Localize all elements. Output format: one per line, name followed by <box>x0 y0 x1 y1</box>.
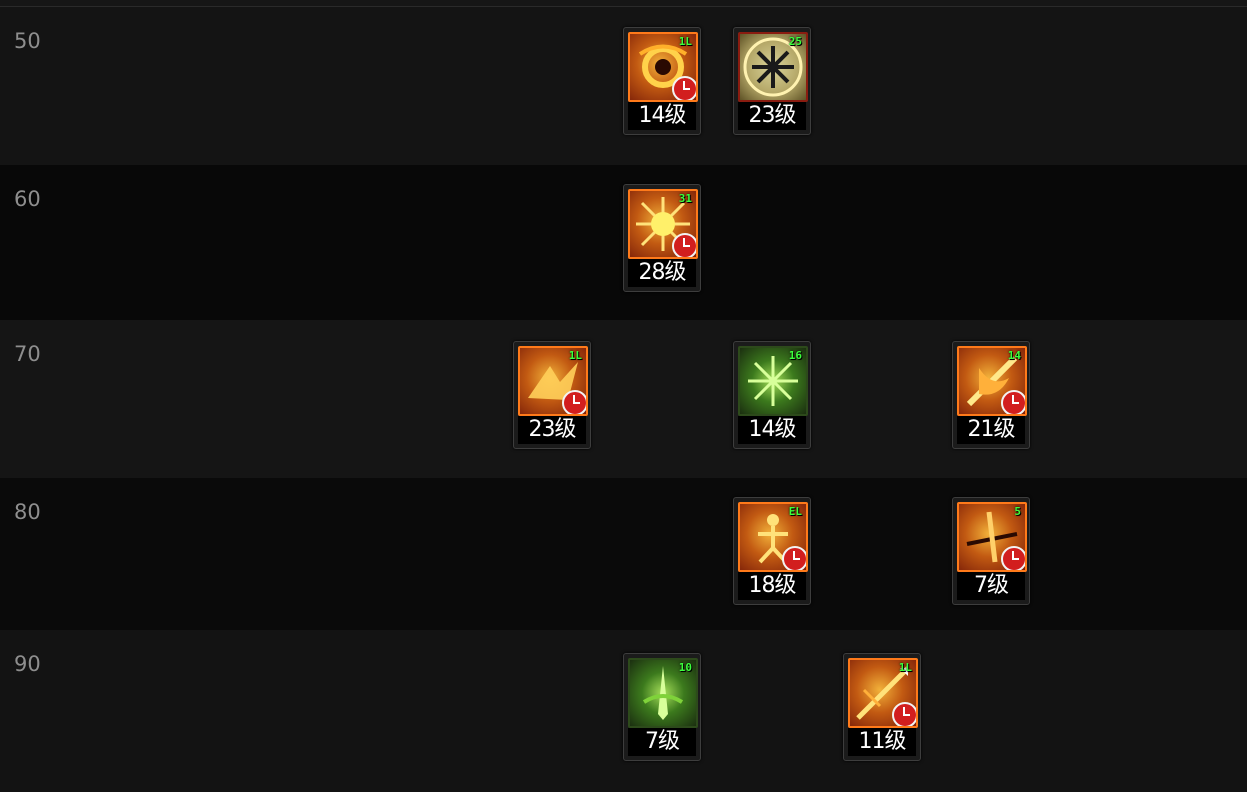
cooldown-clock-icon <box>1001 546 1025 570</box>
dancing-figure-icon: EL <box>738 502 808 572</box>
golden-spear-icon: 1L <box>848 658 918 728</box>
skill-slot[interactable]: 5 7级 <box>952 497 1030 605</box>
level-label: 90 <box>14 652 41 676</box>
skill-slot[interactable]: 10 7级 <box>623 653 701 761</box>
skill-badge: 5 <box>1014 505 1021 518</box>
snowflake-emblem-icon: 25 <box>738 32 808 102</box>
skill-level: 14级 <box>628 102 696 130</box>
top-frame-line <box>0 0 1247 7</box>
green-frost-icon: 16 <box>738 346 808 416</box>
skill-level: 23级 <box>738 102 806 130</box>
skill-badge: 1L <box>678 35 692 48</box>
skill-badge: 1L <box>898 661 912 674</box>
cooldown-clock-icon <box>672 76 696 100</box>
green-blade-icon: 10 <box>628 658 698 728</box>
level-label: 50 <box>14 29 41 53</box>
skill-badge: 10 <box>678 661 692 674</box>
skill-badge: 31 <box>678 192 692 205</box>
skill-badge: 1L <box>568 349 582 362</box>
burning-vortex-icon: 1L <box>628 32 698 102</box>
skill-level: 28级 <box>628 259 696 287</box>
skill-badge: 16 <box>788 349 802 362</box>
flame-strike-icon: 14 <box>957 346 1027 416</box>
cooldown-clock-icon <box>892 702 916 726</box>
skill-slot[interactable]: 1L 14级 <box>623 27 701 135</box>
level-label: 70 <box>14 342 41 366</box>
level-label: 80 <box>14 500 41 524</box>
cooldown-clock-icon <box>562 390 586 414</box>
crimson-slash-icon: 5 <box>957 502 1027 572</box>
skill-slot[interactable]: 31 28级 <box>623 184 701 292</box>
skill-badge: 25 <box>788 35 802 48</box>
cooldown-clock-icon <box>782 546 806 570</box>
skill-slot[interactable]: 14 21级 <box>952 341 1030 449</box>
skill-level: 7级 <box>628 728 696 756</box>
cooldown-clock-icon <box>1001 390 1025 414</box>
skill-slot[interactable]: EL 18级 <box>733 497 811 605</box>
level-row-70: 70 <box>0 320 1247 478</box>
level-row-80: 80 <box>0 478 1247 630</box>
skill-slot[interactable]: 16 14级 <box>733 341 811 449</box>
background-art <box>1030 37 1041 72</box>
skill-level: 11级 <box>848 728 916 756</box>
level-label: 60 <box>14 187 41 211</box>
skill-level: 18级 <box>738 572 806 600</box>
skill-slot[interactable]: 25 23级 <box>733 27 811 135</box>
skill-badge: EL <box>788 505 802 518</box>
skill-slot[interactable]: 1L 23级 <box>513 341 591 449</box>
skill-level: 23级 <box>518 416 586 444</box>
skill-level: 21级 <box>957 416 1025 444</box>
golden-beast-icon: 1L <box>518 346 588 416</box>
skill-level: 7级 <box>957 572 1025 600</box>
skill-level: 14级 <box>738 416 806 444</box>
skill-slot[interactable]: 1L 11级 <box>843 653 921 761</box>
skill-badge: 14 <box>1007 349 1021 362</box>
cooldown-clock-icon <box>672 233 696 257</box>
fire-burst-icon: 31 <box>628 189 698 259</box>
